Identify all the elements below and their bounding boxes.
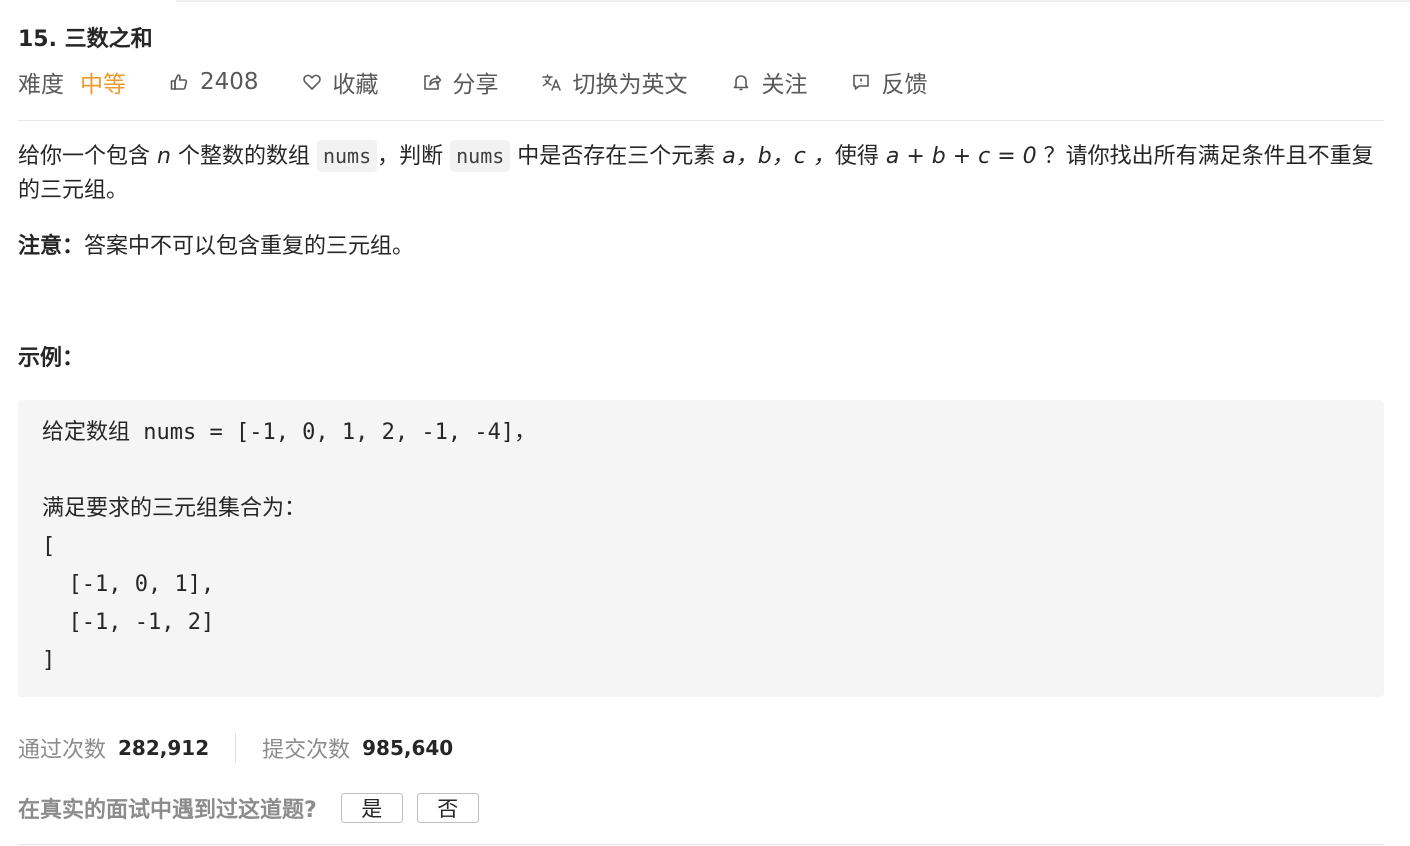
submission-stats: 通过次数 282,912 提交次数 985,640 bbox=[18, 730, 453, 766]
no-button[interactable]: 否 bbox=[416, 793, 479, 823]
feedback-label: 反馈 bbox=[881, 72, 928, 98]
difficulty-label: 难度 bbox=[18, 72, 64, 98]
desc-equation: a + b + c = 0 bbox=[885, 144, 1037, 169]
translate-icon bbox=[541, 71, 563, 93]
header-divider bbox=[18, 120, 1384, 121]
problem-title: 15. 三数之和 bbox=[18, 27, 153, 52]
likes-count: 2408 bbox=[200, 69, 259, 95]
difficulty-badge: 中等 bbox=[80, 72, 126, 98]
code-line: [-1, -1, 2] bbox=[42, 610, 215, 635]
stats-divider bbox=[235, 733, 237, 763]
note: 注意：答案中不可以包含重复的三元组。 bbox=[18, 230, 414, 264]
code-line: [-1, 0, 1], bbox=[42, 572, 215, 597]
submissions-label: 提交次数 bbox=[262, 738, 351, 763]
accepted-count: 282,912 bbox=[118, 736, 210, 760]
like-button[interactable]: 2408 bbox=[168, 69, 259, 95]
code-line: 满足要求的三元组集合为： bbox=[42, 496, 307, 521]
interview-question: 在真实的面试中遇到过这道题? bbox=[18, 798, 317, 823]
desc-text: 给你一个包含 bbox=[18, 144, 157, 169]
share-label: 分享 bbox=[452, 72, 499, 98]
follow-button[interactable]: 关注 bbox=[730, 65, 808, 99]
problem-meta-bar: 难度 中等 2408 收藏 分享 切换为英文 关注 反馈 bbox=[18, 64, 970, 100]
desc-text: 个整数的数组 bbox=[170, 144, 317, 169]
submissions-count: 985,640 bbox=[362, 736, 454, 760]
inline-code: nums bbox=[450, 140, 511, 172]
heart-icon bbox=[301, 71, 323, 93]
desc-text: ，判断 bbox=[377, 144, 451, 169]
yes-button[interactable]: 是 bbox=[340, 793, 403, 823]
example-heading: 示例： bbox=[18, 346, 85, 371]
inline-code: nums bbox=[316, 140, 378, 172]
top-divider bbox=[176, 0, 1410, 2]
desc-text: 中是否存在三个元素 bbox=[510, 144, 723, 169]
feedback-button[interactable]: 反馈 bbox=[850, 65, 928, 99]
desc-text: 使得 bbox=[834, 144, 886, 169]
note-text: 答案中不可以包含重复的三元组。 bbox=[84, 234, 415, 259]
accepted-label: 通过次数 bbox=[18, 738, 107, 763]
footer-divider bbox=[18, 844, 1384, 845]
feedback-icon bbox=[850, 71, 872, 93]
code-line: 给定数组 nums = [-1, 0, 1, 2, -1, -4]， bbox=[42, 420, 537, 445]
follow-label: 关注 bbox=[761, 72, 808, 98]
note-label: 注意： bbox=[18, 234, 85, 259]
desc-variable-n: n bbox=[157, 144, 171, 169]
code-line: [ bbox=[42, 534, 56, 559]
favorite-button[interactable]: 收藏 bbox=[301, 65, 379, 99]
code-line: ] bbox=[42, 648, 56, 673]
share-icon bbox=[421, 71, 443, 93]
thumbs-up-icon bbox=[168, 71, 190, 93]
switch-language-label: 切换为英文 bbox=[572, 72, 688, 98]
share-button[interactable]: 分享 bbox=[421, 65, 499, 99]
interview-survey: 在真实的面试中遇到过这道题? 是 否 bbox=[18, 790, 493, 826]
example-code-block: 给定数组 nums = [-1, 0, 1, 2, -1, -4]， 满足要求的… bbox=[18, 400, 1384, 697]
switch-language-button[interactable]: 切换为英文 bbox=[541, 65, 688, 99]
favorite-label: 收藏 bbox=[332, 72, 379, 98]
bell-icon bbox=[730, 71, 752, 93]
problem-description: 给你一个包含 n 个整数的数组 nums ，判断 nums 中是否存在三个元素 a… bbox=[18, 140, 1384, 208]
desc-variables-abc: a，b，c ， bbox=[722, 144, 835, 169]
problem-page: 15. 三数之和 难度 中等 2408 收藏 分享 切换为英文 关注 反馈 给你… bbox=[0, 0, 1410, 846]
